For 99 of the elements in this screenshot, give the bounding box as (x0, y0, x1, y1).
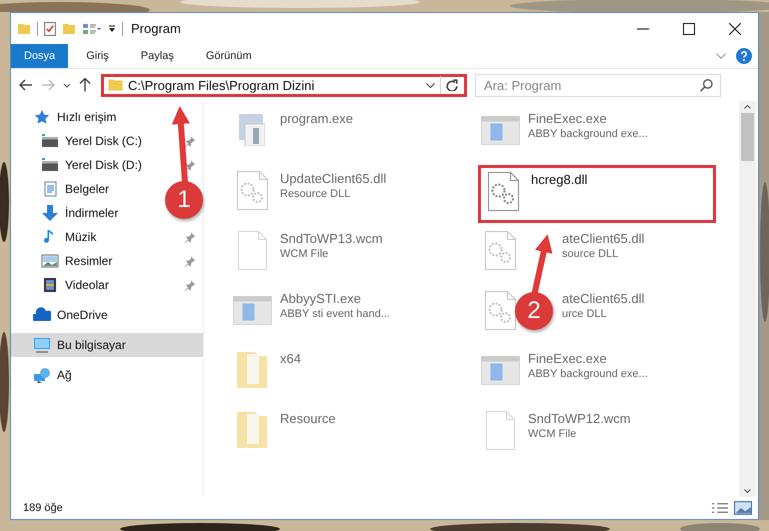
window-icon[interactable] (480, 356, 520, 384)
file-type: ABBY background exe... (528, 128, 648, 140)
sidebar-label: OneDrive (57, 308, 108, 322)
ribbon-tab[interactable]: Görünüm (192, 44, 266, 68)
gear-file-icon[interactable] (488, 172, 518, 210)
file-name: FineExec.exe (528, 351, 608, 366)
sidebar-label: İndirmeler (65, 206, 118, 220)
sidebar-label: Müzik (65, 230, 96, 244)
file-type: ABBY sti event hand... (280, 308, 390, 320)
sidebar-item[interactable]: Videolar (41, 273, 109, 297)
folder-icon[interactable] (62, 22, 76, 34)
pin-icon[interactable] (184, 232, 195, 242)
gear-file-icon[interactable] (484, 290, 516, 330)
gear-file-icon[interactable] (484, 230, 516, 270)
network-icon (33, 367, 51, 383)
file-name: hcreg8.dll (531, 172, 588, 187)
file-name: AbbyySTI.exe (280, 291, 362, 306)
drive-icon (41, 133, 59, 149)
search-field[interactable]: Ara: Program (475, 74, 721, 96)
file-type: ABBY background exe... (528, 368, 648, 380)
drive-icon (41, 157, 59, 173)
file-type: WCM File (528, 428, 578, 440)
sidebar-item[interactable]: İndirmeler (41, 201, 118, 225)
sidebar-label: Yerel Disk (D:) (65, 158, 142, 172)
file-item[interactable]: hcreg8.dll (478, 165, 716, 223)
file-icon[interactable] (238, 230, 266, 270)
sidebar-label: Ağ (57, 368, 72, 382)
back-icon[interactable] (19, 79, 33, 91)
file-type: Resource DLL (280, 188, 352, 200)
window-title: Program (131, 21, 181, 36)
scroll-up-icon[interactable] (744, 105, 751, 109)
pin-icon[interactable] (184, 256, 195, 266)
scrollbar[interactable] (739, 101, 756, 497)
minimize-icon (637, 28, 649, 30)
sidebar-item[interactable]: Yerel Disk (D:) (41, 153, 142, 177)
download-icon (41, 205, 59, 221)
dropdown-icon[interactable] (63, 82, 71, 88)
file-name: SndToWP13.wcm (280, 231, 383, 246)
file-icon[interactable] (486, 410, 514, 450)
sidebar-item[interactable]: Hızlı erişim (11, 105, 203, 129)
file-name: x64 (280, 351, 301, 366)
file-name: program.exe (280, 111, 353, 126)
folder-icon (108, 79, 123, 91)
sidebar-label: Yerel Disk (C:) (65, 134, 142, 148)
sidebar-label: Bu bilgisayar (57, 338, 126, 352)
sidebar-item[interactable]: OneDrive (11, 303, 203, 327)
file-name: SndToWP12.wcm (528, 411, 631, 426)
maximize-icon (683, 22, 695, 34)
properties-icon[interactable] (82, 22, 102, 34)
ribbon-tab[interactable]: Paylaş (126, 44, 188, 68)
help-icon[interactable] (736, 48, 752, 64)
pin-icon[interactable] (184, 160, 195, 170)
sidebar-item[interactable]: Yerel Disk (C:) (41, 129, 142, 153)
videos-icon (41, 277, 59, 293)
refresh-icon[interactable] (446, 79, 458, 91)
file-name: Resource (280, 411, 336, 426)
pc-icon (33, 337, 51, 353)
forward-icon[interactable] (41, 79, 55, 91)
file-type: WCM File (280, 248, 330, 260)
file-type: urce DLL (562, 308, 608, 320)
star-icon (33, 109, 51, 125)
folder-icon[interactable] (17, 22, 31, 34)
file-name: UpdateClient65.dll (280, 171, 386, 186)
sidebar-item[interactable]: Resimler (41, 249, 112, 273)
cloud-icon (33, 307, 51, 323)
details-view-icon[interactable] (712, 503, 728, 513)
pictures-icon (41, 253, 59, 269)
file-type: source DLL (562, 248, 620, 260)
checklist-icon[interactable] (44, 22, 56, 36)
gear-file-icon[interactable] (236, 170, 268, 210)
file-name: ateClient65.dll (562, 231, 644, 246)
file-name: FineExec.exe (528, 111, 608, 126)
sidebar-item[interactable]: Belgeler (41, 177, 110, 201)
sidebar-label: Resimler (65, 254, 112, 268)
large-icons-view-icon[interactable] (734, 501, 752, 515)
up-icon[interactable] (79, 78, 91, 92)
pin-icon[interactable] (184, 280, 195, 290)
sidebar-label: Hızlı erişim (57, 110, 116, 124)
sidebar-label: Belgeler (65, 182, 110, 196)
file-name: ateClient65.dll (562, 291, 644, 306)
pin-icon[interactable] (184, 136, 195, 146)
sidebar-item[interactable]: Ağ (11, 363, 203, 387)
scroll-down-icon[interactable] (744, 489, 751, 493)
installer-icon[interactable] (239, 114, 265, 146)
window-icon[interactable] (232, 296, 272, 324)
sidebar-item[interactable]: Müzik (41, 225, 96, 249)
ribbon-tab[interactable]: Dosya (11, 44, 68, 68)
item-count: 189 öğe (23, 502, 63, 514)
address-bar[interactable]: C:\Program Files\Program Dizini (101, 74, 467, 96)
address-path: C:\Program Files\Program Dizini (128, 78, 316, 92)
sidebar-item[interactable]: Bu bilgisayar (11, 333, 203, 357)
search-icon (700, 78, 713, 92)
window-icon[interactable] (480, 116, 520, 144)
close-icon (729, 22, 741, 34)
scroll-thumb[interactable] (741, 113, 754, 161)
sidebar-label: Videolar (65, 278, 109, 292)
dropdown-icon[interactable] (108, 24, 116, 32)
chevron-icon[interactable] (426, 82, 435, 88)
ribbon-tab[interactable]: Giriş (72, 44, 123, 68)
